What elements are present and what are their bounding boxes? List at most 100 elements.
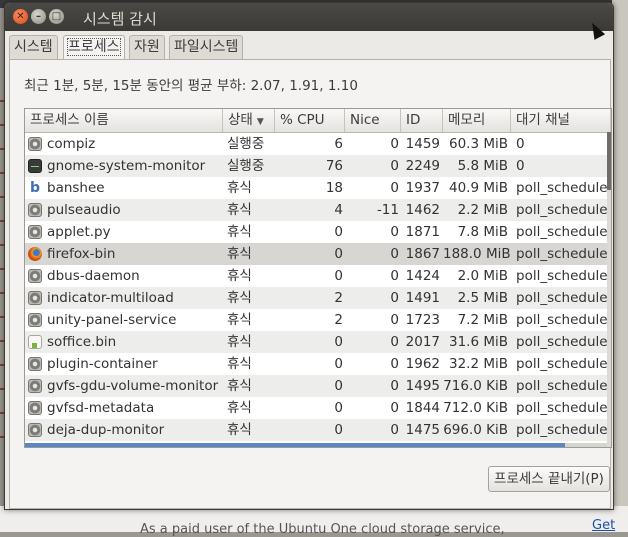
gear-icon <box>28 401 42 415</box>
process-state: 휴식 <box>227 290 252 306</box>
process-memory: 60.3 MiB <box>448 136 508 152</box>
process-state: 휴식 <box>227 312 252 328</box>
soffice-icon <box>28 335 42 349</box>
process-cpu: 18 <box>325 180 343 196</box>
column-header-memory[interactable]: 메모리 <box>443 109 511 132</box>
maximize-icon[interactable]: □ <box>49 9 64 24</box>
table-row[interactable]: pulseaudio 휴식 4 -11 1462 2.2 MiB poll_schedule… <box>25 199 611 221</box>
column-header-name[interactable]: 프로세스 이름 <box>25 109 223 132</box>
process-memory: 7.2 MiB <box>457 312 508 328</box>
process-id: 1462 <box>405 202 440 218</box>
process-name: soffice.bin <box>47 334 117 350</box>
process-name: pulseaudio <box>47 202 121 218</box>
table-row[interactable]: gnome-system-monitor 실행중 76 0 2249 5.8 MiB 0 <box>25 155 611 177</box>
close-icon[interactable]: ✕ <box>13 9 28 24</box>
banshee-icon: b <box>29 180 41 196</box>
table-row[interactable]: gvfsd-metadata 휴식 0 0 1844 712.0 KiB poll_sche… <box>25 397 611 419</box>
process-state: 휴식 <box>227 268 252 284</box>
table-row[interactable]: soffice.bin 휴식 0 0 2017 31.6 MiB poll_schedule… <box>25 331 611 353</box>
process-nice: 0 <box>390 312 399 328</box>
table-row[interactable]: unity-panel-service 휴식 2 0 1723 7.2 MiB poll_s… <box>25 309 611 331</box>
column-header-cpu[interactable]: % CPU <box>275 109 345 132</box>
process-wait-channel: poll_schedule_t <box>516 246 607 262</box>
tab-system[interactable]: 시스템 <box>9 35 58 59</box>
table-row[interactable]: firefox-bin 휴식 0 0 1867 188.0 MiB poll_schedul… <box>25 243 611 265</box>
process-memory: 32.2 MiB <box>448 356 508 372</box>
tab-processes[interactable]: 프로세스 <box>63 35 125 60</box>
table-row[interactable]: indicator-multiload 휴식 2 0 1491 2.5 MiB poll_s… <box>25 287 611 309</box>
tab-resources[interactable]: 자원 <box>129 35 165 59</box>
process-state: 실행중 <box>227 136 265 152</box>
process-name: indicator-multiload <box>47 290 174 306</box>
gear-icon <box>28 137 42 151</box>
process-name: gvfsd-metadata <box>47 400 155 416</box>
process-nice: 0 <box>390 290 399 306</box>
tab-filesystems[interactable]: 파일시스템 <box>169 35 244 59</box>
table-row[interactable]: deja-dup-monitor 휴식 0 0 1475 696.0 KiB poll_sc… <box>25 419 611 441</box>
process-table[interactable]: 프로세스 이름 상태 ▼ % CPU Nice ID 메모리 대기 채널 comp… <box>24 108 612 448</box>
process-wait-channel: 0 <box>516 158 525 174</box>
horizontal-scrollbar-thumb[interactable] <box>25 443 565 447</box>
table-row[interactable]: b banshee 휴식 18 0 1937 40.9 MiB poll_schedule_t <box>25 177 611 199</box>
process-wait-channel: poll_schedule_t <box>516 378 607 394</box>
process-memory: 2.5 MiB <box>457 290 508 306</box>
vertical-scrollbar-thumb[interactable] <box>607 132 611 190</box>
process-id: 1424 <box>405 268 440 284</box>
sort-down-icon: ▼ <box>256 117 264 127</box>
process-state: 휴식 <box>227 202 252 218</box>
minimize-icon[interactable]: – <box>31 9 46 24</box>
process-memory: 7.8 MiB <box>457 224 508 240</box>
gear-icon <box>28 313 42 327</box>
process-memory: 696.0 KiB <box>443 422 508 438</box>
table-row[interactable]: compiz 실행중 6 0 1459 60.3 MiB 0 <box>25 133 611 155</box>
process-cpu: 0 <box>334 422 343 438</box>
process-state: 휴식 <box>227 246 252 262</box>
process-cpu: 2 <box>334 290 343 306</box>
column-header-nice[interactable]: Nice <box>345 109 401 132</box>
table-row[interactable]: plugin-container 휴식 0 0 1962 32.2 MiB poll_sch… <box>25 353 611 375</box>
column-header-id[interactable]: ID <box>401 109 443 132</box>
process-id: 1495 <box>405 378 440 394</box>
gear-icon <box>28 379 42 393</box>
table-header: 프로세스 이름 상태 ▼ % CPU Nice ID 메모리 대기 채널 <box>25 109 611 133</box>
process-memory: 5.8 MiB <box>457 158 508 174</box>
process-name: applet.py <box>47 224 111 240</box>
process-nice: 0 <box>390 378 399 394</box>
process-state: 휴식 <box>227 356 252 372</box>
table-row[interactable]: applet.py 휴식 0 0 1871 7.8 MiB poll_schedule_t <box>25 221 611 243</box>
process-wait-channel: poll_schedule_t <box>516 400 607 416</box>
table-row[interactable]: gvfs-gdu-volume-monitor 휴식 0 0 1495 716.0 KiB… <box>25 375 611 397</box>
desktop-background-right <box>612 0 628 532</box>
process-name: plugin-container <box>47 356 158 372</box>
process-nice: 0 <box>390 180 399 196</box>
process-memory: 40.9 MiB <box>448 180 508 196</box>
process-memory: 31.6 MiB <box>448 334 508 350</box>
process-state: 휴식 <box>227 422 252 438</box>
process-wait-channel: poll_schedule_t <box>516 180 607 196</box>
process-nice: 0 <box>390 356 399 372</box>
process-name: compiz <box>47 136 96 152</box>
process-nice: 0 <box>390 224 399 240</box>
load-average-label: 최근 1분, 5분, 15분 동안의 평균 부하: 2.07, 1.91, 1.… <box>24 78 358 94</box>
gear-icon <box>28 225 42 239</box>
process-nice: 0 <box>390 158 399 174</box>
process-wait-channel: poll_schedule_t <box>516 224 607 240</box>
process-name: gvfs-gdu-volume-monitor <box>47 378 219 394</box>
process-name: banshee <box>47 180 105 196</box>
process-nice: -11 <box>376 202 399 218</box>
process-memory: 716.0 KiB <box>443 378 508 394</box>
process-name: deja-dup-monitor <box>47 422 165 438</box>
column-header-state[interactable]: 상태 ▼ <box>223 109 275 132</box>
process-cpu: 4 <box>334 202 343 218</box>
titlebar[interactable]: ✕ – □ 시스템 감시 <box>5 3 613 31</box>
background-page-text: As a paid user of the Ubuntu One cloud s… <box>140 522 505 537</box>
process-wait-channel: poll_schedule_t <box>516 290 607 306</box>
end-process-button[interactable]: 프로세스 끝내기(P) <box>488 466 610 492</box>
background-page-link[interactable]: Get <box>592 518 615 533</box>
column-header-wait-channel[interactable]: 대기 채널 <box>511 109 611 132</box>
gear-icon <box>28 203 42 217</box>
process-wait-channel: poll_schedule_t <box>516 202 607 218</box>
process-nice: 0 <box>390 268 399 284</box>
table-row[interactable]: dbus-daemon 휴식 0 0 1424 2.0 MiB poll_schedule_… <box>25 265 611 287</box>
process-nice: 0 <box>390 400 399 416</box>
